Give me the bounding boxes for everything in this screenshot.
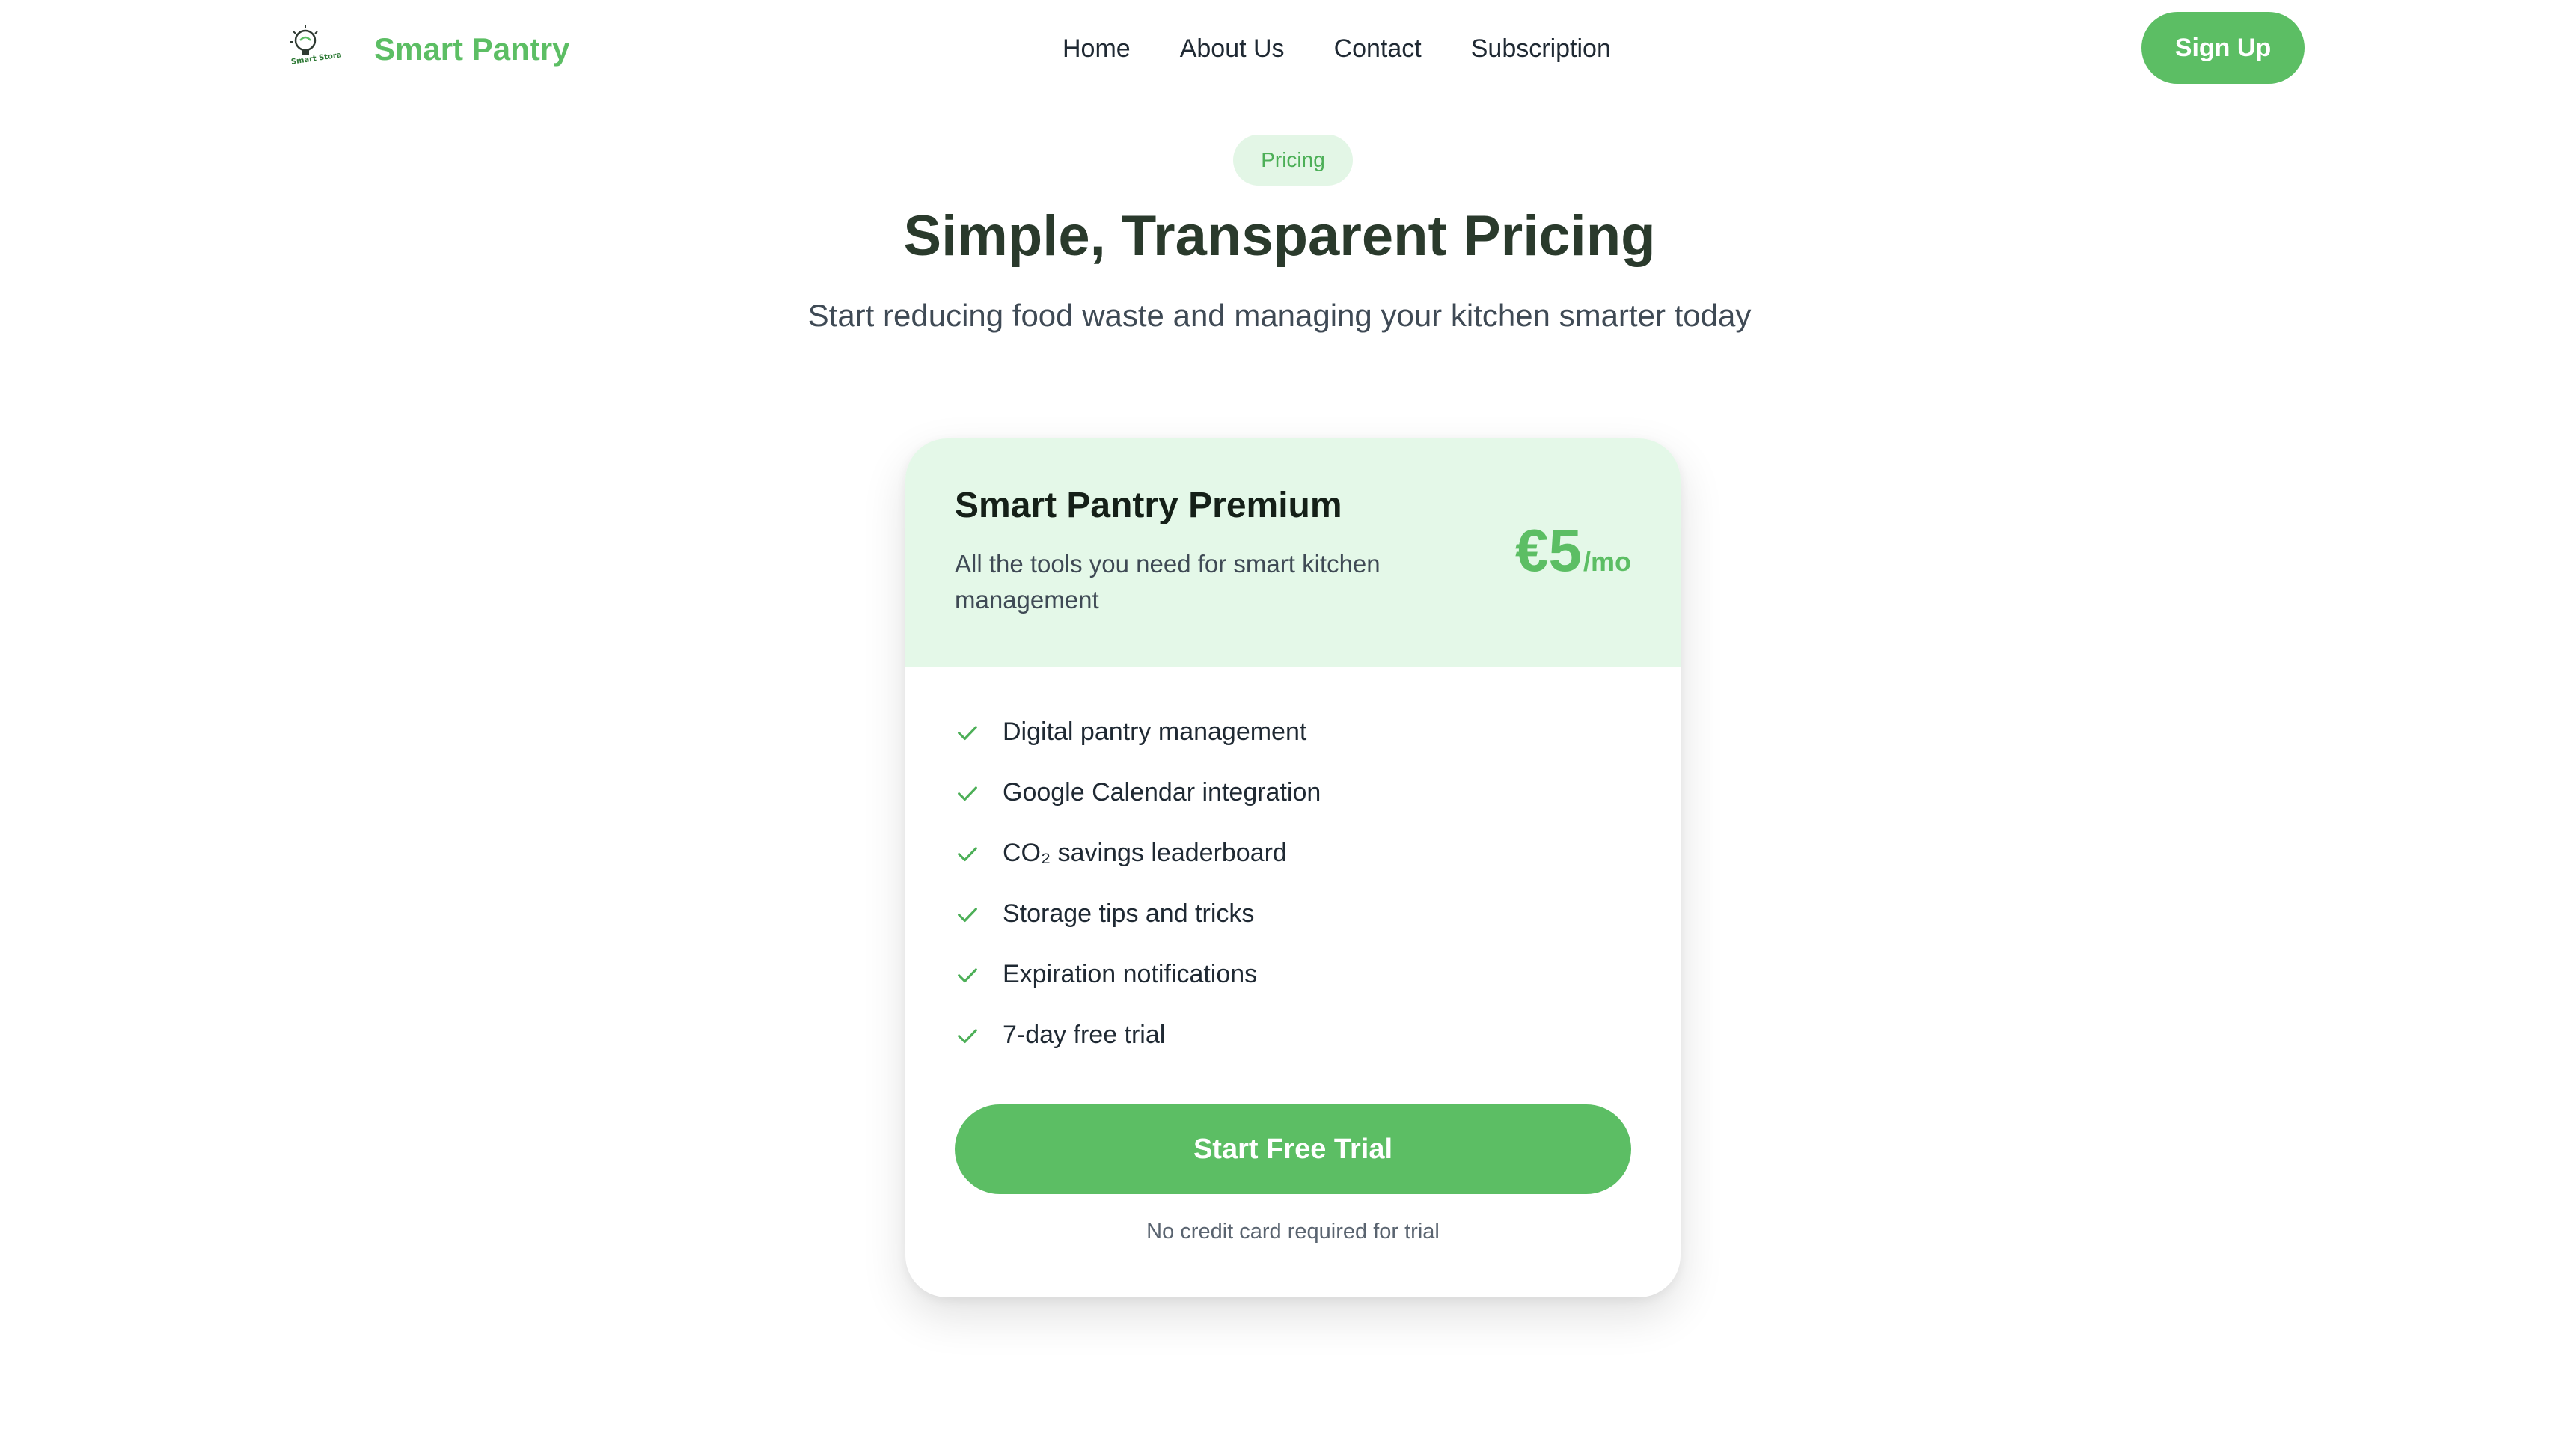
feature-text: Expiration notifications (1003, 960, 1258, 988)
feature-list: Digital pantry management Google Calenda… (955, 702, 1628, 1065)
brand-home-link[interactable]: Smart Storage Smart Pantry (287, 22, 569, 76)
start-free-trial-button[interactable]: Start Free Trial (955, 1104, 1631, 1194)
check-icon (958, 846, 977, 861)
trial-note: No credit card required for trial (1146, 1220, 1440, 1244)
feature-item: Storage tips and tricks (955, 884, 1628, 944)
feature-text: Google Calendar integration (1003, 778, 1321, 807)
feature-text: Storage tips and tricks (1003, 899, 1255, 928)
lightbulb-logo-icon: Smart Storage (290, 25, 341, 67)
pricing-badge: Pricing (1233, 135, 1353, 186)
plan-price: €5 /mo (1515, 516, 1631, 585)
brand-name: Smart Pantry (374, 31, 570, 67)
nav-link-home[interactable]: Home (1063, 27, 1131, 70)
nav-link-subscription[interactable]: Subscription (1471, 27, 1611, 70)
logo-text-smart: Smart Storage (290, 49, 341, 66)
pricing-card: Smart Pantry Premium All the tools you n… (905, 438, 1681, 1297)
sign-up-button[interactable]: Sign Up (2141, 12, 2305, 84)
nav-link-contact[interactable]: Contact (1334, 27, 1422, 70)
page-subtitle: Start reducing food waste and managing y… (807, 298, 1752, 333)
feature-text: 7-day free trial (1003, 1021, 1166, 1049)
check-icon (958, 907, 977, 922)
feature-item: Expiration notifications (955, 944, 1628, 1005)
plan-name: Smart Pantry Premium (955, 486, 1342, 525)
check-icon (958, 725, 977, 740)
feature-text: CO₂ savings leaderboard (1003, 839, 1287, 867)
feature-item: Google Calendar integration (955, 762, 1628, 823)
page-title: Simple, Transparent Pricing (903, 204, 1656, 268)
price-amount: €5 (1515, 517, 1582, 584)
plan-description: All the tools you need for smart kitchen… (955, 550, 1381, 614)
feature-text: Digital pantry management (1003, 718, 1307, 746)
check-icon (958, 786, 977, 801)
check-icon (958, 1028, 977, 1043)
price-period: /mo (1583, 546, 1631, 577)
feature-item: Digital pantry management (955, 702, 1628, 762)
feature-item: 7-day free trial (955, 1005, 1628, 1065)
main-nav: Home About Us Contact Subscription (1063, 27, 1611, 70)
pricing-card-header: Smart Pantry Premium All the tools you n… (905, 438, 1681, 667)
top-navigation-bar: Smart Storage Smart Pantry Home About Us… (0, 0, 2559, 97)
feature-item: CO₂ savings leaderboard (955, 823, 1628, 884)
check-icon (958, 967, 977, 982)
nav-link-about-us[interactable]: About Us (1180, 27, 1285, 70)
